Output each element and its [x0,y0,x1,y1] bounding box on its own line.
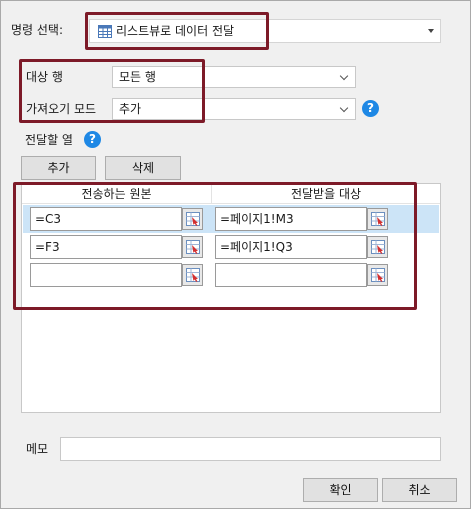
target-field-1[interactable]: =페이지1!M3 [215,207,367,231]
import-mode-label: 가져오기 모드 [26,102,97,116]
delete-column-button[interactable]: 삭제 [105,156,181,180]
rule-select-value: 리스트뷰로 데이터 전달 [116,24,235,38]
source-column-header: 전송하는 원본 [22,184,212,204]
chevron-down-icon [339,103,349,113]
cell-picker-icon[interactable] [367,264,388,286]
import-mode-help-icon[interactable]: ? [362,100,379,117]
target-row-value: 모든 행 [119,70,156,84]
dialog-window: 명령 선택: 리스트뷰로 데이터 전달 대상 행 모든 행 가져오기 모드 추가… [0,0,471,509]
cell-picker-icon[interactable] [367,208,388,230]
columns-label: 전달할 열 [25,133,73,147]
target-row-label: 대상 행 [26,70,63,84]
memo-input[interactable] [60,437,441,461]
rule-select-dropdown[interactable]: 리스트뷰로 데이터 전달 [89,19,441,43]
rule-select-label: 명령 선택: [11,23,64,37]
column-mapping-grid: 전송하는 원본 전달받을 대상 =C3 =페이지1!M3 =F3 =페이지1!Q… [21,183,441,413]
memo-label: 메모 [26,442,49,456]
source-field-3[interactable] [30,263,182,287]
columns-help-icon[interactable]: ? [84,131,101,148]
target-row-dropdown[interactable]: 모든 행 [112,66,356,88]
source-field-2[interactable]: =F3 [30,235,182,259]
import-mode-value: 추가 [119,102,142,116]
table-icon [98,25,112,41]
ok-button[interactable]: 확인 [303,478,378,502]
cancel-button[interactable]: 취소 [382,478,457,502]
cell-picker-icon[interactable] [182,208,203,230]
cell-picker-icon[interactable] [367,236,388,258]
target-column-header: 전달받을 대상 [212,184,440,204]
target-field-3[interactable] [215,263,367,287]
target-field-2[interactable]: =페이지1!Q3 [215,235,367,259]
add-column-button[interactable]: 추가 [21,156,96,180]
cell-picker-icon[interactable] [182,236,203,258]
source-field-1[interactable]: =C3 [30,207,182,231]
dropdown-arrow-icon [428,29,434,33]
chevron-down-icon [339,71,349,81]
cell-picker-icon[interactable] [182,264,203,286]
import-mode-dropdown[interactable]: 추가 [112,98,356,120]
